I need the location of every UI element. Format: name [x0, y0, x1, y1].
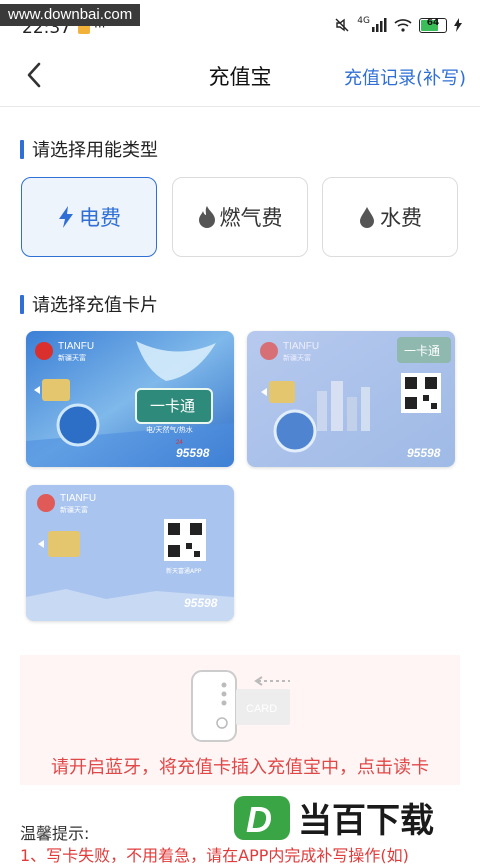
card-reader-icon: CARD — [191, 670, 290, 742]
energy-section-title: 请选择用能类型 — [20, 136, 158, 162]
card-brand-cn: 新疆天富 — [58, 353, 86, 362]
chip — [42, 379, 70, 401]
globe-graphic — [56, 403, 100, 447]
wifi-icon — [394, 19, 412, 32]
recharge-card-3[interactable]: TIANFU 新疆天富 新天富通APP 95598 — [26, 485, 234, 621]
card-brand: TIANFU — [58, 341, 94, 352]
card-brand: TIANFU — [283, 341, 319, 352]
card-hotline: 95598 — [407, 446, 441, 460]
card-subtitle: 电/天然气/热水 — [146, 425, 193, 434]
site-watermark: www.downbai.com — [0, 4, 141, 26]
page-header: 充值宝 充值记录(补写) — [0, 46, 480, 107]
mute-icon — [335, 18, 349, 32]
card-section-title: 请选择充值卡片 — [20, 291, 158, 317]
network-type: 4G — [357, 16, 370, 26]
system-icons: 4G 64 — [334, 16, 462, 33]
card-label: CARD — [246, 703, 277, 715]
status-bar: 22:37 ··· www.downbai.com 4G 64 — [0, 0, 480, 44]
recharge-card-2[interactable]: TIANFU 新疆天富 一卡通 95598 — [247, 331, 455, 467]
bluetooth-read-panel[interactable]: CARD 请开启蓝牙，将充值卡插入充值宝中，点击读卡 — [20, 655, 460, 785]
water-drop-icon — [360, 207, 374, 228]
card-title: 一卡通 — [150, 397, 195, 415]
globe-graphic — [273, 409, 317, 453]
card-brand-cn: 新疆天富 — [283, 353, 311, 362]
tips-title: 温馨提示: — [20, 824, 90, 843]
signal-icon — [372, 18, 387, 32]
logo-text: 当百下载 — [298, 801, 434, 841]
charging-icon — [454, 18, 462, 32]
flame-icon — [198, 206, 215, 228]
qr-caption: 新天富通APP — [166, 567, 202, 575]
chip — [48, 531, 80, 557]
card-brand-cn: 新疆天富 — [60, 505, 88, 514]
battery-icon: 64 — [419, 17, 447, 33]
lightning-icon — [59, 206, 73, 228]
energy-type-electricity[interactable]: 电费 — [21, 177, 157, 257]
recharge-card-1[interactable]: TIANFU 新疆天富 一卡通 电/天然气/热水 24 95598 — [26, 331, 234, 467]
bluetooth-instruction: 请开启蓝牙，将充值卡插入充值宝中，点击读卡 — [51, 757, 429, 778]
card-brand: TIANFU — [60, 493, 96, 504]
card-hotline: 95598 — [184, 596, 218, 610]
card-title: 一卡通 — [404, 344, 440, 358]
energy-type-gas[interactable]: 燃气费 — [172, 177, 308, 257]
recharge-records-link[interactable]: 充值记录(补写) — [344, 64, 466, 90]
chip — [269, 381, 295, 403]
logo-letter: D — [246, 799, 272, 840]
card-hotline: 95598 — [176, 446, 210, 460]
site-logo-watermark: D 当百下载 — [234, 790, 474, 846]
energy-type-water[interactable]: 水费 — [322, 177, 458, 257]
